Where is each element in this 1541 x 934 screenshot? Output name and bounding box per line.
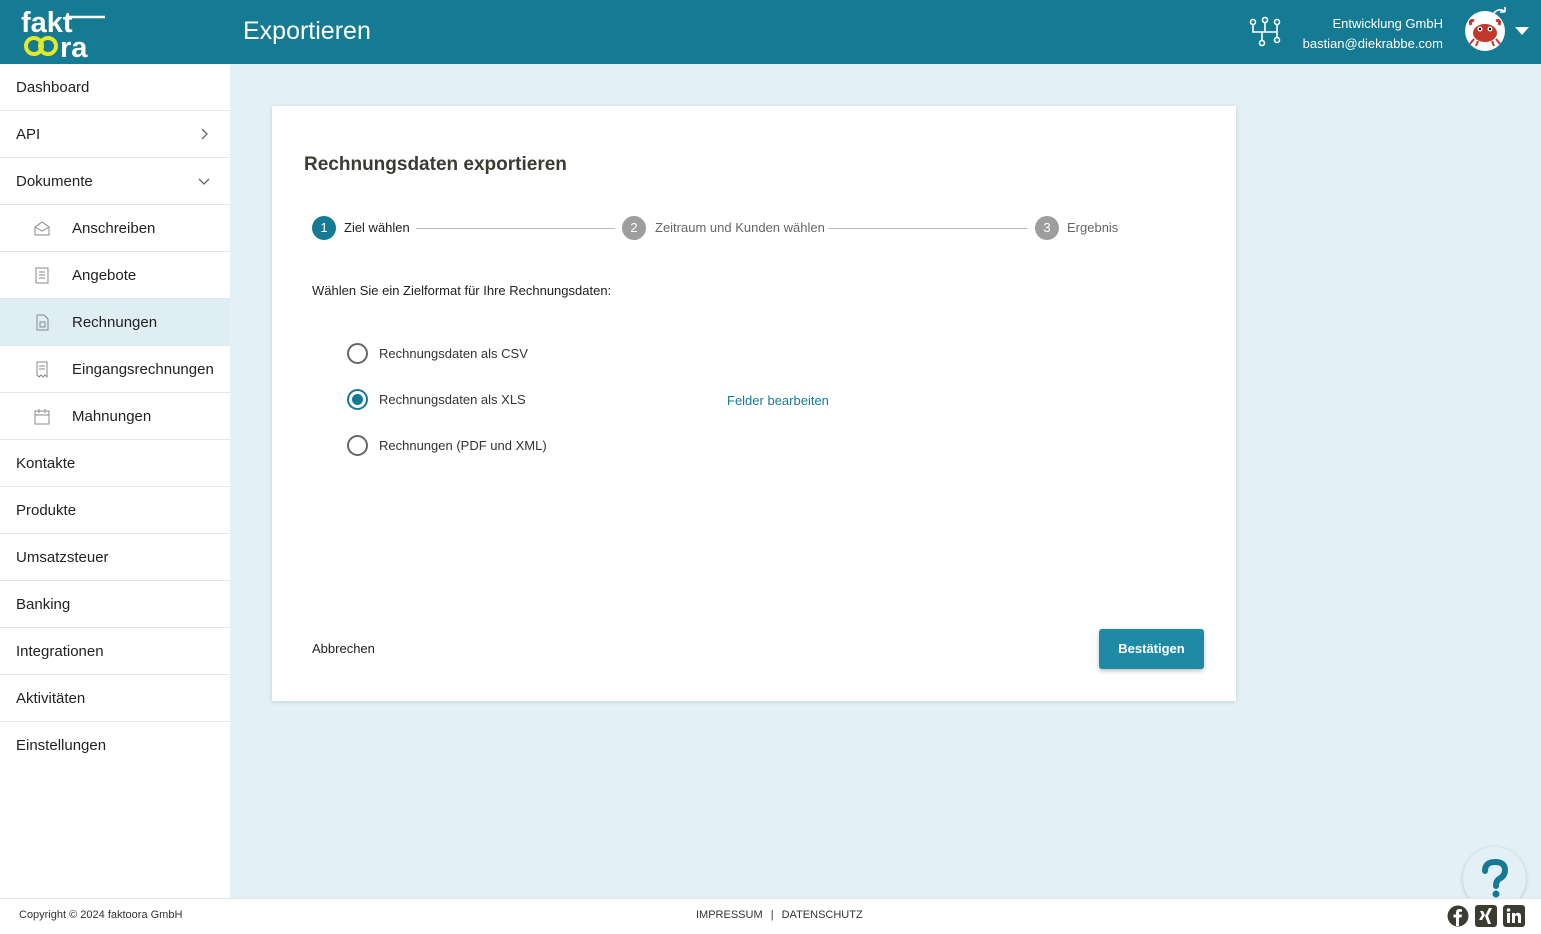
- datenschutz-link[interactable]: DATENSCHUTZ: [782, 909, 863, 921]
- option-pdf-xml[interactable]: Rechnungen (PDF und XML): [347, 434, 547, 456]
- sidebar-item-label: Dashboard: [16, 78, 90, 96]
- sidebar-item-aktivitaeten[interactable]: Aktivitäten: [0, 675, 230, 722]
- xing-icon[interactable]: [1475, 905, 1497, 927]
- letter-icon: [34, 221, 50, 236]
- cancel-button[interactable]: Abbrechen: [312, 641, 375, 656]
- format-prompt: Wählen Sie ein Zielformat für Ihre Rechn…: [312, 283, 612, 298]
- account-info[interactable]: Entwicklung GmbH bastian@diekrabbe.com: [1303, 14, 1443, 54]
- radio-xls[interactable]: [347, 388, 368, 410]
- sidebar-item-label: Rechnungen: [72, 313, 158, 331]
- confirm-button[interactable]: Bestätigen: [1099, 629, 1204, 669]
- app-header: fakt ra Exportieren Entwicklung GmbH bas…: [0, 0, 1541, 64]
- step-connector: [828, 228, 1027, 229]
- sidebar-item-rechnungen[interactable]: Rechnungen: [0, 299, 230, 346]
- card-title: Rechnungsdaten exportieren: [304, 154, 567, 175]
- offer-icon: [35, 267, 49, 284]
- option-label: Rechnungsdaten als CSV: [379, 345, 528, 361]
- step-2-label: Zeitraum und Kunden wählen: [655, 220, 825, 235]
- sidebar-item-label: Eingangsrechnungen: [72, 360, 214, 378]
- footer: Copyright © 2024 faktoora GmbH IMPRESSUM…: [0, 898, 1541, 934]
- sidebar-item-label: Umsatzsteuer: [16, 548, 109, 566]
- switch-account-icon[interactable]: [1489, 6, 1509, 24]
- linkedin-icon[interactable]: [1503, 905, 1525, 927]
- sidebar-item-api[interactable]: API: [0, 111, 230, 158]
- sidebar-item-umsatzsteuer[interactable]: Umsatzsteuer: [0, 534, 230, 581]
- export-card: Rechnungsdaten exportieren 1 Ziel wählen…: [272, 106, 1236, 701]
- step-1-circle: 1: [312, 216, 336, 240]
- sidebar: Dashboard API Dokumente Anschreiben Ange…: [0, 64, 230, 898]
- sidebar-item-dokumente[interactable]: Dokumente: [0, 158, 230, 205]
- footer-separator: |: [770, 909, 774, 921]
- radio-pdf-xml[interactable]: [347, 434, 368, 456]
- sidebar-item-eingangsrechnungen[interactable]: Eingangsrechnungen: [0, 346, 230, 393]
- sidebar-item-mahnungen[interactable]: Mahnungen: [0, 393, 230, 440]
- network-icon[interactable]: [1248, 16, 1282, 48]
- option-csv[interactable]: Rechnungsdaten als CSV: [347, 342, 528, 364]
- sidebar-item-einstellungen[interactable]: Einstellungen: [0, 722, 230, 769]
- sidebar-item-label: Kontakte: [16, 454, 76, 472]
- help-icon: [1482, 859, 1509, 898]
- sidebar-item-label: Mahnungen: [72, 407, 152, 425]
- footer-links: IMPRESSUM | DATENSCHUTZ: [696, 909, 863, 921]
- sidebar-item-label: Anschreiben: [72, 219, 156, 237]
- impressum-link[interactable]: IMPRESSUM: [696, 909, 763, 921]
- sidebar-item-produkte[interactable]: Produkte: [0, 487, 230, 534]
- sidebar-item-label: Integrationen: [16, 642, 104, 660]
- step-2-circle: 2: [622, 216, 646, 240]
- calendar-icon: [34, 409, 50, 425]
- copyright: Copyright © 2024 faktoora GmbH: [19, 909, 183, 921]
- sidebar-item-banking[interactable]: Banking: [0, 581, 230, 628]
- sidebar-item-label: Aktivitäten: [16, 689, 86, 707]
- chevron-down-icon: [198, 178, 210, 185]
- radio-csv[interactable]: [347, 342, 368, 364]
- sidebar-item-anschreiben[interactable]: Anschreiben: [0, 205, 230, 252]
- step-connector: [416, 228, 615, 229]
- sidebar-item-kontakte[interactable]: Kontakte: [0, 440, 230, 487]
- user-email: bastian@diekrabbe.com: [1302, 36, 1443, 51]
- sidebar-item-label: API: [16, 125, 41, 143]
- chevron-right-icon: [201, 128, 208, 140]
- sidebar-item-label: Produkte: [16, 501, 77, 519]
- invoice-icon: [36, 314, 49, 331]
- sidebar-item-angebote[interactable]: Angebote: [0, 252, 230, 299]
- sidebar-item-label: Banking: [16, 595, 71, 613]
- company-name: Entwicklung GmbH: [1332, 16, 1443, 31]
- option-xls[interactable]: Rechnungsdaten als XLS: [347, 388, 526, 410]
- sidebar-item-dashboard[interactable]: Dashboard: [0, 64, 230, 111]
- option-label: Rechnungsdaten als XLS: [379, 391, 526, 407]
- step-3-label: Ergebnis: [1067, 220, 1119, 235]
- incoming-invoice-icon: [36, 361, 48, 378]
- sidebar-item-integrationen[interactable]: Integrationen: [0, 628, 230, 675]
- option-label: Rechnungen (PDF und XML): [379, 437, 547, 453]
- facebook-icon[interactable]: [1447, 905, 1469, 927]
- page-title: Exportieren: [243, 17, 371, 45]
- svg-text:ra: ra: [60, 32, 88, 60]
- faktoora-logo[interactable]: fakt ra: [20, 6, 110, 64]
- sidebar-item-label: Angebote: [72, 266, 137, 284]
- sidebar-item-label: Einstellungen: [16, 737, 107, 754]
- edit-fields-link[interactable]: Felder bearbeiten: [727, 393, 829, 408]
- sidebar-item-label: Dokumente: [16, 172, 93, 190]
- step-3-circle: 3: [1035, 216, 1059, 240]
- chevron-down-icon[interactable]: [1515, 27, 1529, 35]
- step-1-label: Ziel wählen: [344, 220, 410, 235]
